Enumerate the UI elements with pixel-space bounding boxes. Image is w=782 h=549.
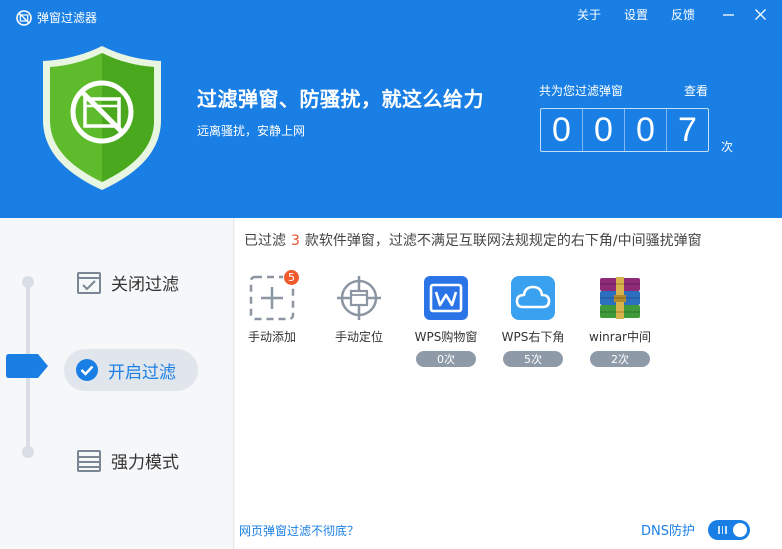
- mode-on-filter[interactable]: 开启过滤: [64, 349, 198, 391]
- wps-wrapper: [422, 274, 470, 322]
- filter-summary: 已过滤 3 款软件弹窗，过滤不满足互联网法规规定的右下角/中间骚扰弹窗: [244, 230, 702, 250]
- minimize-icon: [722, 13, 734, 16]
- mode-off-filter[interactable]: 关闭过滤: [76, 270, 179, 295]
- winrar-icon: [600, 277, 640, 319]
- app-item-wps-shop[interactable]: WPS购物窗 0次: [408, 274, 484, 367]
- top-menu: 关于 设置 反馈: [577, 0, 782, 28]
- mode-slider-handle[interactable]: [6, 354, 48, 378]
- manual-add-badge: 5: [283, 269, 300, 286]
- app-item-manual-add[interactable]: 5 手动添加: [234, 269, 310, 345]
- dns-label: DNS防护: [641, 524, 695, 539]
- filter-count-pill: 2次: [590, 351, 650, 367]
- stats-view-link[interactable]: 查看: [684, 82, 708, 99]
- winrar-wrapper: [596, 274, 644, 322]
- counter-digit: 7: [678, 110, 697, 149]
- app-label: 手动添加: [247, 330, 296, 344]
- mode-on-label: 开启过滤: [108, 362, 176, 383]
- summary-suffix: 款软件弹窗，过滤不满足互联网法规规定的右下角/中间骚扰弹窗: [304, 233, 702, 249]
- app-label: winrar中间: [589, 330, 651, 344]
- dns-protection-toggle[interactable]: [708, 520, 750, 540]
- rail-dot-bottom: [22, 446, 34, 458]
- cloud-icon: [511, 276, 555, 320]
- minimize-button[interactable]: [718, 4, 738, 24]
- app-title: 弹窗过滤器: [16, 9, 97, 26]
- menu-settings[interactable]: 设置: [624, 6, 648, 23]
- crosshair-icon: [337, 276, 381, 320]
- summary-prefix: 已过滤: [244, 233, 286, 249]
- app-label: 手动定位: [334, 330, 383, 344]
- app-logo-icon: [16, 9, 32, 26]
- mode-off-label: 关闭过滤: [111, 275, 179, 295]
- mode-strong-label: 强力模式: [111, 453, 179, 473]
- filter-count-pill: 0次: [416, 351, 476, 367]
- counter-digit: 0: [541, 109, 583, 151]
- rail-dot-top: [22, 276, 34, 288]
- manual-locate-wrapper: [335, 274, 383, 322]
- header-banner: 弹窗过滤器 关于 设置 反馈 过滤弹窗、防骚扰，就这么给力 远离骚扰，安静上网 …: [0, 0, 782, 218]
- close-icon: [754, 8, 766, 20]
- app-item-manual-locate[interactable]: 手动定位: [321, 274, 397, 345]
- app-title-text: 弹窗过滤器: [37, 11, 98, 25]
- counter-unit: 次: [721, 140, 734, 154]
- subline: 远离骚扰，安静上网: [197, 124, 306, 138]
- checkbox-window-icon: [77, 271, 101, 294]
- app-label: WPS购物窗: [414, 330, 478, 344]
- mode-strong[interactable]: 强力模式: [76, 448, 179, 473]
- manual-add-wrapper: 5: [248, 269, 300, 322]
- filter-count-pill: 5次: [503, 351, 563, 367]
- app-item-winrar[interactable]: winrar中间 2次: [582, 274, 658, 367]
- menu-feedback[interactable]: 反馈: [671, 6, 695, 23]
- summary-count: 3: [291, 233, 300, 249]
- close-button[interactable]: [750, 4, 770, 24]
- counter-digit: 0: [583, 109, 625, 151]
- shield-block-icon: [43, 46, 161, 190]
- main-panel: 已过滤 3 款软件弹窗，过滤不满足互联网法规规定的右下角/中间骚扰弹窗 5 手动添加…: [235, 218, 782, 549]
- headline: 过滤弹窗、防骚扰，就这么给力: [197, 87, 484, 111]
- check-circle-icon: [76, 359, 98, 381]
- window-stack-icon: [77, 449, 101, 472]
- mode-sidebar: 关闭过滤 开启过滤 强力模式: [0, 218, 234, 549]
- webpage-filter-help-link[interactable]: 网页弹窗过滤不彻底？: [239, 522, 359, 539]
- toggle-knob: [733, 523, 747, 537]
- stats-label: 共为您过滤弹窗: [539, 84, 624, 98]
- app-item-wps-corner[interactable]: WPS右下角 5次: [495, 274, 571, 367]
- cloud-wrapper: [509, 274, 557, 322]
- toggle-grip: [718, 526, 728, 534]
- app-label: WPS右下角: [501, 330, 565, 344]
- counter-digit: 0: [625, 109, 667, 151]
- menu-about[interactable]: 关于: [577, 6, 601, 23]
- wps-icon: [424, 276, 468, 320]
- filter-counter: 0 0 0 7: [540, 108, 709, 152]
